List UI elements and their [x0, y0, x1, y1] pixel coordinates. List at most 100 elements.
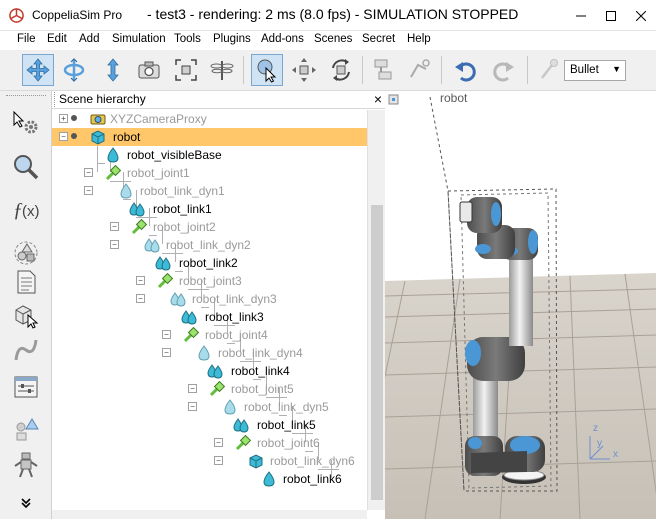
- model-browser-button[interactable]: [10, 151, 42, 183]
- menu-add[interactable]: Add: [79, 33, 99, 45]
- dropdown-arrow-icon: ▼: [612, 64, 621, 74]
- tree-horizontal-scrollbar[interactable]: [52, 510, 367, 519]
- maximize-button[interactable]: [596, 0, 626, 31]
- toolbar-expand-button[interactable]: [10, 487, 42, 519]
- menu-file[interactable]: File: [17, 33, 36, 45]
- arrow-gear-icon: [13, 110, 38, 134]
- tree-item-xyzcameraproxy[interactable]: + XYZCameraProxy: [52, 110, 367, 128]
- page-selector-button[interactable]: [10, 266, 42, 298]
- menu-simulation[interactable]: Simulation: [112, 33, 166, 45]
- undo-button[interactable]: [450, 54, 482, 86]
- visibility-dot-icon: [71, 115, 77, 121]
- tree-item-label: robot_joint5: [231, 382, 294, 396]
- view-menu-dot: [392, 98, 395, 101]
- redo-icon: [493, 62, 514, 82]
- object-rotate-button[interactable]: [325, 54, 357, 86]
- minimize-button[interactable]: [566, 0, 596, 31]
- tree-item-robot-link-dyn4[interactable]: − robot_link_dyn4: [52, 344, 367, 362]
- object-properties-button[interactable]: [10, 299, 42, 331]
- tree-item-robot-joint1[interactable]: − robot_joint1: [52, 164, 367, 182]
- object-shift-button[interactable]: [288, 54, 320, 86]
- fit-to-view-button[interactable]: [170, 54, 202, 86]
- dynamics-toggle-button[interactable]: [532, 54, 564, 86]
- shape-primitives-button[interactable]: [10, 413, 42, 445]
- robot-joint-wrist3-cap: [491, 202, 501, 226]
- menu-tools[interactable]: Tools: [174, 33, 201, 45]
- expand-icon[interactable]: +: [59, 114, 68, 123]
- panel-grip: [54, 92, 57, 107]
- app-name: CoppeliaSim Pro: [32, 8, 123, 22]
- camera-angle-button[interactable]: [133, 54, 165, 86]
- collapse-icon[interactable]: −: [188, 402, 197, 411]
- menu-help[interactable]: Help: [407, 33, 431, 45]
- tree-item-robot-link6[interactable]: robot_link6: [52, 470, 367, 488]
- simulation-settings-button[interactable]: [10, 107, 42, 139]
- joint-icon: [235, 435, 251, 451]
- tree-item-robot-link2[interactable]: robot_link2: [52, 254, 367, 272]
- toolbar-separator: [441, 56, 442, 84]
- menu-scenes[interactable]: Scenes: [314, 33, 352, 45]
- tree-item-robot-link4[interactable]: robot_link4: [52, 362, 367, 380]
- tree-item-label: robot_link_dyn3: [192, 292, 277, 306]
- robot-flange: [459, 201, 473, 223]
- collapse-icon[interactable]: −: [136, 276, 145, 285]
- menu-plugins[interactable]: Plugins: [213, 33, 251, 45]
- toolbar-separator: [362, 56, 363, 84]
- collapse-icon[interactable]: −: [136, 294, 145, 303]
- camera-pan-button[interactable]: [22, 54, 54, 86]
- tree-item-robot-link-dyn3[interactable]: − robot_link_dyn3: [52, 290, 367, 308]
- shape-edit-button[interactable]: [10, 237, 42, 269]
- collapse-icon[interactable]: −: [84, 186, 93, 195]
- menu-secret[interactable]: Secret: [362, 33, 395, 45]
- tree-item-robot-link-dyn2[interactable]: − robot_link_dyn2: [52, 236, 367, 254]
- collapse-icon[interactable]: −: [162, 330, 171, 339]
- camera-rotate-button[interactable]: [58, 54, 90, 86]
- shape-icon: [120, 183, 132, 199]
- scripts-button[interactable]: ƒ (x): [10, 193, 42, 225]
- assemble-button[interactable]: [206, 54, 238, 86]
- tree-item-robot-link3[interactable]: robot_link3: [52, 308, 367, 326]
- tree-vertical-scrollbar[interactable]: [367, 110, 385, 510]
- undo-icon: [455, 62, 476, 82]
- robot-model-button[interactable]: [10, 449, 42, 481]
- scrollbar-thumb[interactable]: [371, 205, 383, 500]
- close-window-button[interactable]: [626, 0, 656, 31]
- tree-item-robot-link-dyn1[interactable]: − robot_link_dyn1: [52, 182, 367, 200]
- tree-item-robot-joint6[interactable]: − robot_joint6: [52, 434, 367, 452]
- collapse-icon[interactable]: −: [84, 168, 93, 177]
- tree-item-robot-joint5[interactable]: − robot_joint5: [52, 380, 367, 398]
- physics-engine-select[interactable]: Bullet ▼: [564, 60, 626, 81]
- scene-viewport[interactable]: robot z y x: [385, 91, 656, 519]
- collapse-icon[interactable]: −: [110, 240, 119, 249]
- path-edit-button[interactable]: [10, 334, 42, 366]
- collapse-icon[interactable]: −: [214, 438, 223, 447]
- redo-button[interactable]: [487, 54, 519, 86]
- collapse-icon[interactable]: −: [214, 456, 223, 465]
- multishape-icon: [181, 310, 197, 325]
- collapse-icon[interactable]: −: [110, 222, 119, 231]
- tree-item-robot-joint4[interactable]: − robot_joint4: [52, 326, 367, 344]
- tree-item-robot-link1[interactable]: robot_link1: [52, 200, 367, 218]
- cube-cursor-icon: [15, 305, 39, 329]
- tree-item-robot-visiblebase[interactable]: robot_visibleBase: [52, 146, 367, 164]
- assembly-button[interactable]: [367, 54, 399, 86]
- user-settings-button[interactable]: [10, 371, 42, 403]
- menu-addons[interactable]: Add-ons: [261, 33, 304, 45]
- click-selection-button[interactable]: [251, 54, 283, 86]
- collapse-icon[interactable]: −: [188, 384, 197, 393]
- menu-edit[interactable]: Edit: [47, 33, 67, 45]
- tree-item-robot-link-dyn5[interactable]: − robot_link_dyn5: [52, 398, 367, 416]
- tree-item-robot-joint2[interactable]: − robot_joint2: [52, 218, 367, 236]
- tree-item-robot[interactable]: − robot: [52, 128, 367, 146]
- tree-item-robot-link5[interactable]: robot_link5: [52, 416, 367, 434]
- tree-item-robot-joint3[interactable]: − robot_joint3: [52, 272, 367, 290]
- camera-shift-button[interactable]: [97, 54, 129, 86]
- collapse-icon[interactable]: −: [162, 348, 171, 357]
- close-panel-icon[interactable]: ×: [374, 91, 382, 107]
- collapse-icon[interactable]: −: [59, 132, 68, 141]
- panel-header: Scene hierarchy ×: [52, 91, 385, 109]
- transfer-dna-button[interactable]: [403, 54, 435, 86]
- tree-item-robot-link-dyn6[interactable]: − robot_link_dyn6: [52, 452, 367, 470]
- magnifier-icon: [14, 155, 39, 180]
- double-chevron-down-icon: [21, 498, 31, 509]
